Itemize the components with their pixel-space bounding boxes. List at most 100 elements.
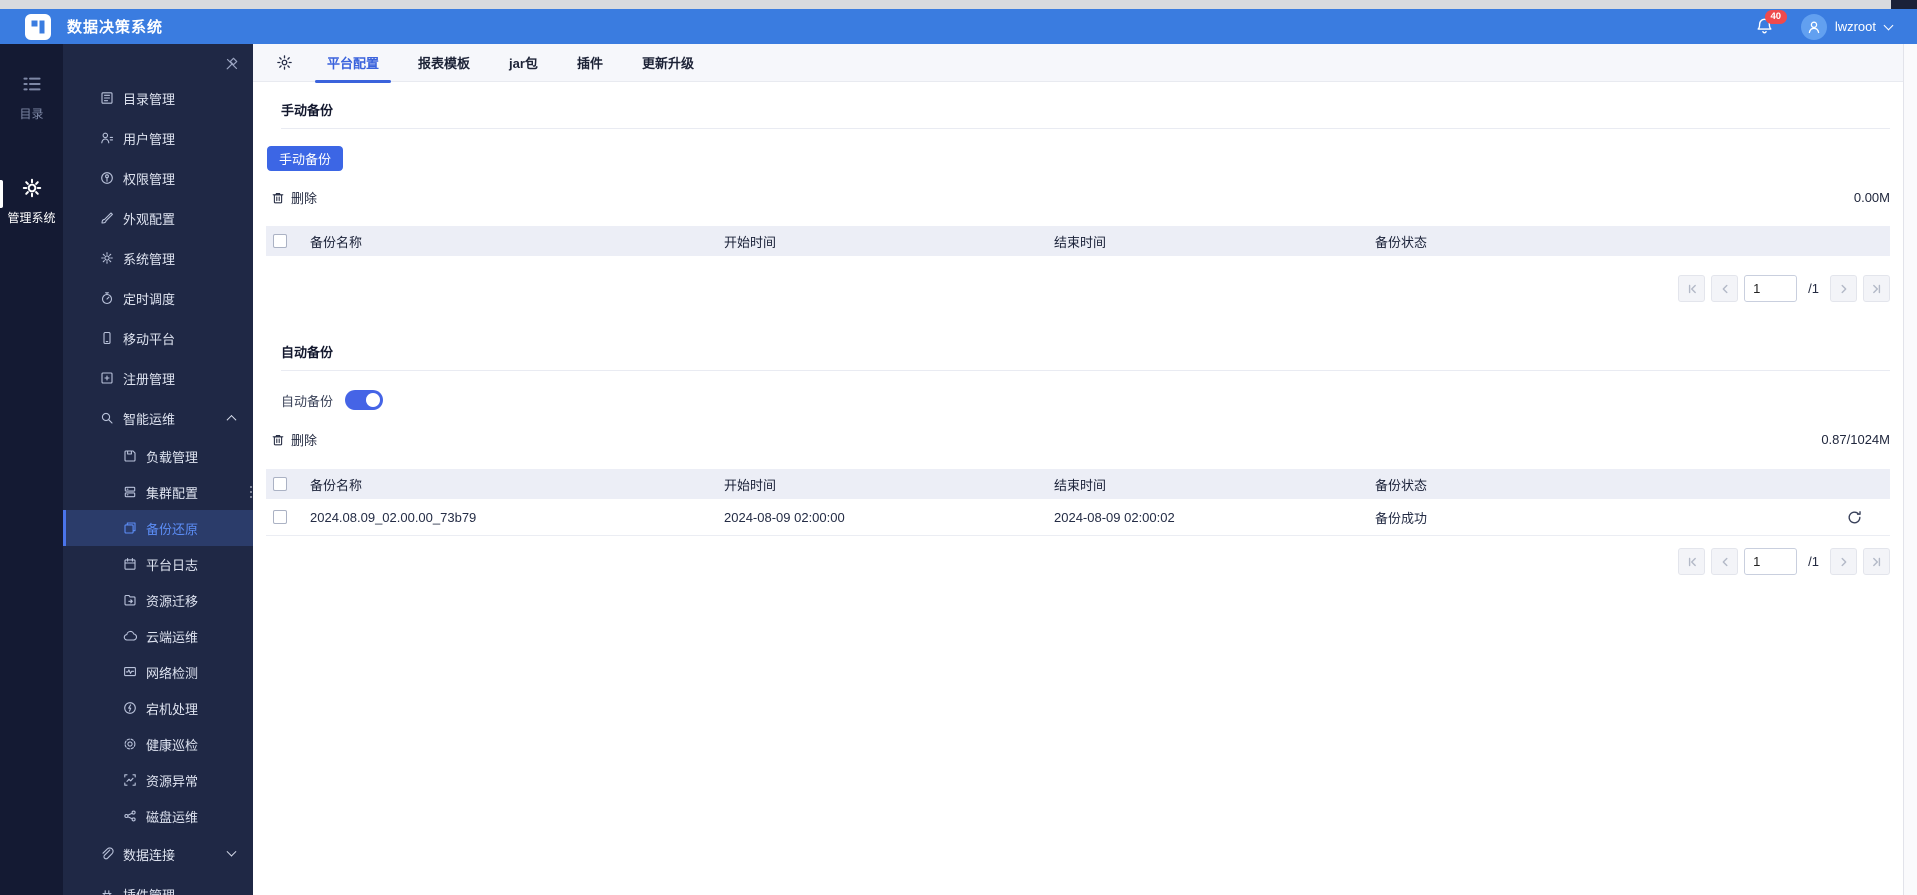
first-page-icon: [1688, 284, 1696, 293]
manual-backup-usage: 0.00M: [1853, 190, 1890, 205]
unpin-icon[interactable]: [224, 56, 240, 72]
sidebar-item-label: 网络检测: [146, 665, 199, 681]
sidebar-item-label: 定时调度: [123, 291, 176, 307]
column-header: 备份名称: [310, 234, 363, 250]
user-icon: [101, 132, 114, 144]
sidebar-item-label: 负载管理: [146, 449, 199, 465]
sidebar-item-plugin-management[interactable]: 插件管理: [63, 874, 253, 895]
sidebar-item-label: 目录管理: [123, 91, 176, 107]
rail-item-management[interactable]: 管理系统: [0, 178, 63, 226]
sidebar-item-resource-migration[interactable]: 资源迁移: [63, 582, 253, 618]
notifications-button[interactable]: 40: [1755, 9, 1787, 37]
sidebar-item-platform-logs[interactable]: 平台日志: [63, 546, 253, 582]
prev-page-button[interactable]: [1711, 275, 1739, 302]
manual-backup-button[interactable]: 手动备份: [267, 146, 344, 171]
column-header: 备份状态: [1375, 477, 1428, 493]
next-page-icon: [1841, 284, 1846, 293]
anomaly-icon: [124, 774, 136, 786]
active-indicator: [0, 180, 3, 208]
sidebar-item-intelligent-ops[interactable]: 智能运维: [63, 398, 253, 438]
sidebar-item-health-inspection[interactable]: 健康巡检: [63, 726, 253, 762]
app-header: 数据决策系统 40 lwzroot: [0, 9, 1917, 44]
cluster-icon: [124, 486, 136, 498]
sidebar-item-label: 数据连接: [123, 847, 176, 863]
schedule-icon: [101, 292, 113, 305]
last-page-button[interactable]: [1863, 275, 1890, 302]
row-checkbox[interactable]: [273, 510, 287, 524]
auto-backup-title: 自动备份: [281, 345, 334, 360]
sidebar-item-user-management[interactable]: 用户管理: [63, 118, 253, 158]
settings-gear-icon[interactable]: [276, 54, 293, 71]
sidebar-item-registration-management[interactable]: 注册管理: [63, 358, 253, 398]
page-total: /1: [1808, 281, 1819, 296]
page-number-input[interactable]: [1744, 548, 1798, 575]
first-page-button[interactable]: [1678, 548, 1706, 575]
vertical-scrollbar[interactable]: [1903, 44, 1917, 895]
chevron-down-icon[interactable]: [1883, 20, 1894, 30]
sidebar: 目录管理 用户管理 权限管理 外观配置 系统管理 定时调度 移动平台 注册管理 …: [63, 44, 253, 895]
next-page-button[interactable]: [1830, 275, 1857, 302]
log-icon: [124, 557, 136, 570]
backup-status-cell: 备份成功: [1375, 510, 1428, 526]
sidebar-item-cluster-config[interactable]: 集群配置: [63, 474, 253, 510]
rail-item-label: 目录: [19, 107, 44, 121]
table-header-row: 备份名称 开始时间 结束时间 备份状态: [266, 469, 1890, 499]
sidebar-item-disk-ops[interactable]: 磁盘运维: [63, 798, 253, 834]
rail-item-directory[interactable]: 目录: [0, 74, 63, 122]
sidebar-item-cloud-ops[interactable]: 云端运维: [63, 618, 253, 654]
fanruan-logo: [25, 13, 51, 40]
chevron-down-icon: [226, 846, 237, 857]
sidebar-item-load-management[interactable]: 负载管理: [63, 438, 253, 474]
select-all-checkbox[interactable]: [273, 477, 287, 491]
next-page-button[interactable]: [1830, 548, 1857, 575]
sidebar-item-system-management[interactable]: 系统管理: [63, 238, 253, 278]
page-number-input[interactable]: [1744, 275, 1798, 302]
last-page-button[interactable]: [1863, 548, 1890, 575]
sidebar-item-catalog-management[interactable]: 目录管理: [63, 78, 253, 118]
prev-page-button[interactable]: [1711, 548, 1739, 575]
tab-update-upgrade[interactable]: 更新升级: [636, 43, 700, 82]
tab-jar-package[interactable]: jar包: [503, 43, 544, 82]
backup-icon: [124, 522, 136, 534]
username[interactable]: lwzroot: [1835, 19, 1876, 34]
start-time-cell: 2024-08-09 02:00:00: [724, 509, 845, 525]
last-page-icon: [1872, 284, 1880, 293]
delete-button[interactable]: 删除: [271, 430, 317, 449]
manual-backup-title: 手动备份: [281, 103, 334, 118]
avatar[interactable]: [1800, 13, 1827, 40]
app-window: 数据决策系统 40 lwzroot 目录 管理系统 目录管理 用户管理 权限管理…: [0, 0, 1917, 895]
refresh-icon: [1848, 510, 1861, 523]
sidebar-item-appearance-config[interactable]: 外观配置: [63, 198, 253, 238]
appearance-icon: [101, 212, 113, 224]
auto-backup-toggle[interactable]: [345, 390, 384, 410]
network-icon: [124, 667, 136, 677]
sidebar-item-data-connection[interactable]: 数据连接: [63, 834, 253, 874]
refresh-button[interactable]: [1846, 509, 1863, 526]
column-header: 备份名称: [310, 477, 363, 493]
toggle-label: 自动备份: [281, 393, 334, 409]
tab-platform-config[interactable]: 平台配置: [314, 43, 392, 83]
top-edge-corner: [1891, 0, 1917, 9]
left-rail: 目录 管理系统: [0, 44, 63, 895]
sidebar-item-resource-anomaly[interactable]: 资源异常: [63, 762, 253, 798]
end-time-cell: 2024-08-09 02:00:02: [1054, 509, 1175, 525]
sidebar-item-mobile-platform[interactable]: 移动平台: [63, 318, 253, 358]
sidebar-item-downtime-handling[interactable]: 宕机处理: [63, 690, 253, 726]
tab-report-templates[interactable]: 报表模板: [412, 43, 476, 82]
first-page-button[interactable]: [1678, 275, 1706, 302]
sidebar-item-label: 系统管理: [123, 251, 176, 267]
sidebar-item-backup-restore[interactable]: 备份还原: [63, 510, 253, 546]
sidebar-item-permission-management[interactable]: 权限管理: [63, 158, 253, 198]
table-row: 2024.08.09_02.00.00_73b79 2024-08-09 02:…: [266, 499, 1890, 536]
sidebar-item-network-detection[interactable]: 网络检测: [63, 654, 253, 690]
select-all-checkbox[interactable]: [273, 234, 287, 248]
sidebar-item-label: 健康巡检: [146, 737, 199, 753]
delete-button[interactable]: 删除: [271, 188, 317, 207]
sidebar-item-label: 权限管理: [123, 171, 176, 187]
sidebar-item-scheduled-tasks[interactable]: 定时调度: [63, 278, 253, 318]
tab-plugins[interactable]: 插件: [571, 43, 609, 82]
sidebar-resize-handle[interactable]: [248, 486, 254, 498]
trash-icon: [272, 434, 284, 445]
prev-page-icon: [1722, 284, 1728, 293]
dataconn-icon: [102, 847, 114, 860]
